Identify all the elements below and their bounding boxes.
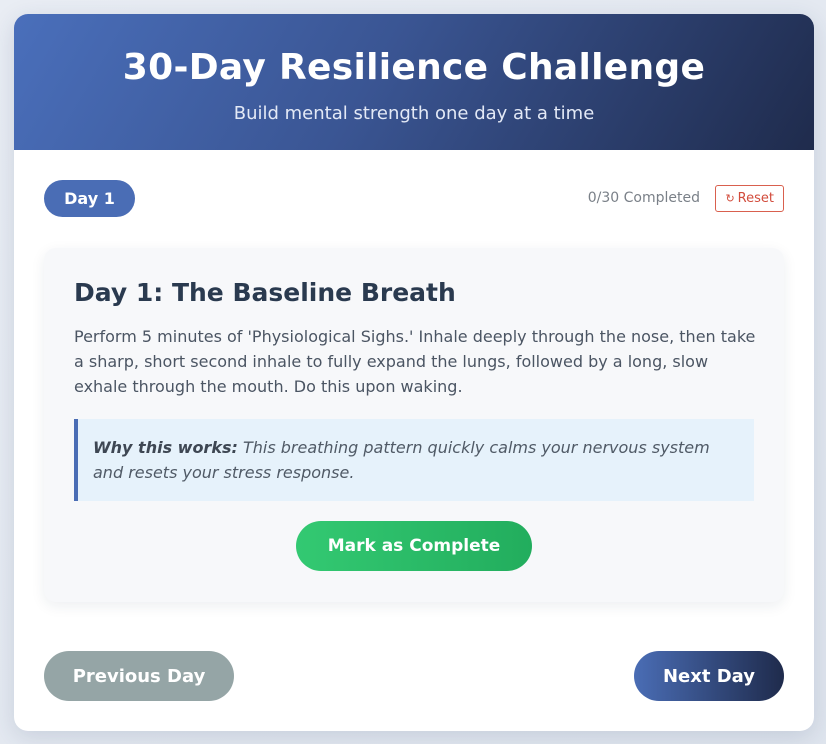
page-title: 30-Day Resilience Challenge (122, 47, 706, 88)
next-day-button[interactable]: Next Day (634, 651, 784, 701)
reset-button[interactable]: ↻ Reset (715, 185, 784, 212)
task-card: Day 1: The Baseline Breath Perform 5 min… (44, 248, 784, 602)
why-this-works-callout: Why this works: This breathing pattern q… (74, 419, 754, 501)
mark-complete-button[interactable]: Mark as Complete (296, 521, 532, 571)
page-subtitle: Build mental strength one day at a time (233, 103, 595, 124)
why-label: Why this works: (93, 438, 238, 457)
task-description: Perform 5 minutes of 'Physiological Sigh… (74, 327, 756, 396)
current-day-badge: Day 1 (44, 180, 135, 217)
challenge-header: 30-Day Resilience Challenge Build mental… (14, 14, 814, 150)
previous-day-button[interactable]: Previous Day (44, 651, 234, 701)
reset-label: Reset (737, 191, 774, 206)
completion-counter: 0/30 Completed (587, 190, 700, 206)
progress-toolbar: Day 1 0/30 Completed ↻ Reset (44, 180, 784, 218)
challenge-card: 30-Day Resilience Challenge Build mental… (14, 14, 814, 731)
task-title: Day 1: The Baseline Breath (74, 278, 456, 307)
reset-icon: ↻ (725, 192, 735, 205)
